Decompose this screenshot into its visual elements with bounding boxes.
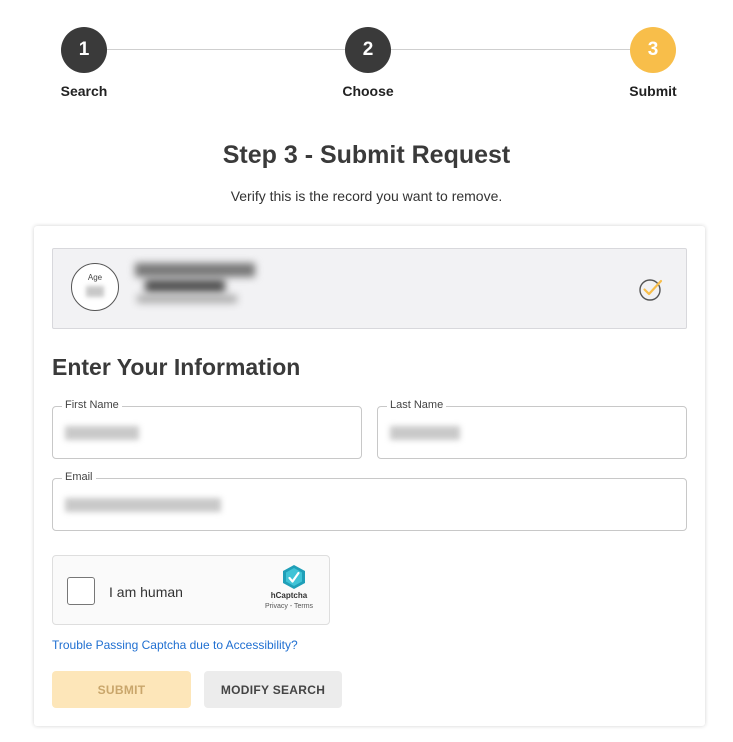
age-badge: Age	[71, 263, 119, 311]
step-submit: 3 Submit	[608, 27, 698, 99]
captcha-checkbox[interactable]	[67, 577, 95, 605]
page-title: Step 3 - Submit Request	[222, 141, 511, 169]
modify-search-button[interactable]: MODIFY SEARCH	[204, 671, 342, 708]
step-number: 1	[61, 27, 107, 73]
progress-stepper: 1 Search 2 Choose 3 Submit	[0, 27, 733, 107]
step-number: 3	[630, 27, 676, 73]
email-field[interactable]: Email	[52, 471, 687, 531]
step-label: Submit	[629, 83, 677, 99]
record-name-redacted	[133, 261, 263, 305]
last-name-label: Last Name	[387, 399, 447, 411]
last-name-field[interactable]: Last Name	[377, 399, 687, 459]
hcaptcha-links[interactable]: Privacy - Terms	[251, 603, 327, 610]
captcha-widget: I am human hCaptcha Privacy - Terms	[52, 555, 330, 625]
step-choose: 2 Choose	[323, 27, 413, 99]
submit-button[interactable]: SUBMIT	[52, 671, 191, 708]
step-number: 2	[345, 27, 391, 73]
first-name-field[interactable]: First Name	[52, 399, 362, 459]
hcaptcha-logo-icon	[283, 565, 305, 589]
section-title: Enter Your Information	[52, 354, 301, 380]
step-label: Search	[60, 83, 108, 99]
age-value-redacted	[86, 286, 104, 297]
email-value-redacted	[65, 498, 221, 512]
captcha-accessibility-link[interactable]: Trouble Passing Captcha due to Accessibi…	[52, 638, 298, 652]
selected-record: Age	[52, 248, 687, 329]
first-name-label: First Name	[62, 399, 122, 411]
captcha-label: I am human	[109, 584, 183, 600]
page-subtitle: Verify this is the record you want to re…	[230, 188, 503, 204]
age-label: Age	[87, 273, 103, 282]
step-search: 1 Search	[39, 27, 129, 99]
check-circle-icon	[639, 279, 663, 301]
step-label: Choose	[342, 83, 394, 99]
last-name-value-redacted	[390, 426, 460, 440]
hcaptcha-brand: hCaptcha	[270, 591, 308, 600]
first-name-value-redacted	[65, 426, 139, 440]
email-label: Email	[62, 471, 96, 483]
request-form-card: Age Enter Your Information First Name La…	[34, 226, 705, 726]
